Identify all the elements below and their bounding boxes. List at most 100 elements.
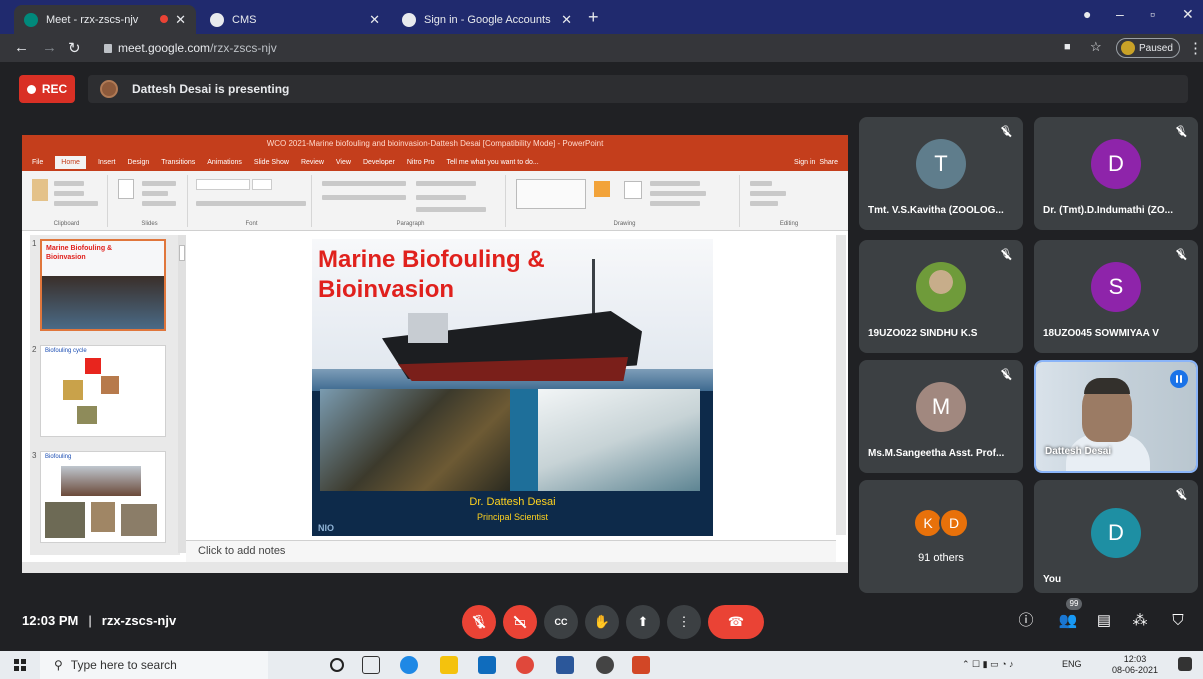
camera-indicator-icon[interactable]: ■ <box>1064 41 1071 53</box>
slide-thumbnail-3[interactable]: Biofouling <box>40 451 166 543</box>
ppt-signin-share[interactable]: Sign in Share <box>794 159 838 166</box>
minimize-button[interactable]: – <box>1116 6 1124 22</box>
reload-icon[interactable]: ↻ <box>68 39 81 57</box>
arrange-icon[interactable] <box>594 181 610 197</box>
raise-hand-button[interactable]: ✋ <box>585 605 619 639</box>
edge-icon[interactable] <box>400 656 418 674</box>
url-host: meet.google.com <box>118 41 211 55</box>
menu-transitions[interactable]: Transitions <box>161 159 195 166</box>
present-button[interactable]: ⬆ <box>626 605 660 639</box>
language-indicator[interactable]: ENG <box>1062 659 1082 669</box>
maximize-button[interactable]: ▫ <box>1150 6 1155 22</box>
tab-close-icon[interactable]: ✕ <box>561 12 572 28</box>
self-tile[interactable]: 🎙 D You <box>1034 480 1198 593</box>
font-name-dropdown[interactable] <box>196 179 250 190</box>
menu-nitro-pro[interactable]: Nitro Pro <box>407 159 435 166</box>
powerpoint-icon[interactable] <box>632 656 650 674</box>
forward-arrow-icon[interactable]: → <box>42 39 57 56</box>
menu-tell-me[interactable]: Tell me what you want to do... <box>446 159 538 166</box>
menu-home[interactable]: Home <box>55 155 86 169</box>
thumb-number: 2 <box>32 345 37 354</box>
menu-insert[interactable]: Insert <box>98 159 116 166</box>
captions-button[interactable]: CC <box>544 605 578 639</box>
thumbnail-scrollbar[interactable] <box>178 235 186 553</box>
ribbon-label-font: Font <box>245 221 258 227</box>
meeting-details-icon[interactable]: ⓘ <box>1014 609 1038 633</box>
back-arrow-icon[interactable]: ← <box>14 39 29 56</box>
current-slide: Marine Biofouling & Bioinvasion Dr. Datt… <box>312 239 713 536</box>
notifications-icon[interactable] <box>1178 657 1192 671</box>
system-tray-icons[interactable]: ⌃ ☐ ▮ ▭ ◔ ♪ <box>962 659 1014 670</box>
avatar-photo <box>916 262 966 312</box>
participant-tile[interactable]: 🎙 T Tmt. V.S.Kavitha (ZOOLOG... <box>859 117 1023 230</box>
people-icon[interactable]: 👥 <box>1056 609 1080 633</box>
mic-toggle-button[interactable]: 🎙 <box>462 605 496 639</box>
chrome-icon[interactable] <box>516 656 534 674</box>
others-tile[interactable]: K D 91 others <box>859 480 1023 593</box>
participant-name: 18UZO045 SOWMIYAA V <box>1043 328 1159 339</box>
slide-photo-hull <box>320 389 510 491</box>
mic-off-icon: 🎙 <box>999 249 1013 260</box>
google-favicon-icon <box>402 12 416 27</box>
search-icon: ⚲ <box>54 658 63 672</box>
media-player-icon[interactable] <box>596 656 614 674</box>
tab-meet[interactable]: Meet - rzx-zscs-njv ✕ <box>14 5 196 34</box>
notes-pane[interactable]: Click to add notes <box>186 540 836 562</box>
participant-tile[interactable]: 🎙 S 18UZO045 SOWMIYAA V <box>1034 240 1198 353</box>
ribbon-label-drawing: Drawing <box>613 221 636 227</box>
task-view-icon[interactable] <box>362 656 380 674</box>
menu-view[interactable]: View <box>336 159 351 166</box>
word-icon[interactable] <box>556 656 574 674</box>
paste-icon[interactable] <box>32 179 48 201</box>
browser-menu-icon[interactable]: ⋮ <box>1188 39 1203 57</box>
recording-indicator[interactable]: REC <box>19 75 75 103</box>
powerpoint-title-bar: WCO 2021-Marine biofouling and bioinvasi… <box>22 135 848 153</box>
tab-google-signin[interactable]: Sign in - Google Accounts ✕ <box>392 5 582 34</box>
menu-review[interactable]: Review <box>301 159 324 166</box>
address-bar[interactable]: meet.google.com/rzx-zscs-njv <box>92 37 1052 59</box>
camera-toggle-button[interactable]: ▭ <box>503 605 537 639</box>
more-options-button[interactable]: ⋮ <box>667 605 701 639</box>
bookmark-star-icon[interactable]: ☆ <box>1090 39 1102 55</box>
activities-icon[interactable]: ⁂ <box>1128 609 1152 633</box>
browser-profile-dot-icon[interactable]: ● <box>1083 6 1091 22</box>
notes-placeholder: Click to add notes <box>198 545 286 557</box>
menu-developer[interactable]: Developer <box>363 159 395 166</box>
slide-thumbnail-1[interactable]: Marine Biofouling & Bioinvasion <box>40 239 166 331</box>
tab-cms[interactable]: CMS ✕ <box>200 5 390 34</box>
menu-design[interactable]: Design <box>127 159 149 166</box>
menu-slide-show[interactable]: Slide Show <box>254 159 289 166</box>
chat-icon[interactable]: ▤ <box>1092 609 1116 633</box>
participant-tile[interactable]: 🎙 M Ms.M.Sangeetha Asst. Prof... <box>859 360 1023 473</box>
mic-off-icon: 🎙 <box>999 126 1013 137</box>
presenting-banner: Dattesh Desai is presenting <box>88 75 1188 103</box>
font-size-dropdown[interactable] <box>252 179 272 190</box>
new-tab-button[interactable]: + <box>588 7 599 28</box>
cortana-icon[interactable] <box>330 658 344 672</box>
meeting-code: rzx-zscs-njv <box>101 613 177 628</box>
participant-tile[interactable]: 🎙 19UZO022 SINDHU K.S <box>859 240 1023 353</box>
lock-icon <box>104 44 112 53</box>
scrollbar-thumb[interactable] <box>179 245 185 261</box>
tab-close-icon[interactable]: ✕ <box>175 12 186 28</box>
mail-icon[interactable] <box>478 656 496 674</box>
leave-call-button[interactable]: ☎ <box>708 605 764 639</box>
tab-close-icon[interactable]: ✕ <box>369 12 380 28</box>
participant-tile-speaking[interactable]: Dattesh Desai <box>1034 360 1198 473</box>
menu-file[interactable]: File <box>32 159 43 166</box>
taskbar-search-box[interactable]: ⚲ Type here to search <box>40 651 268 679</box>
shapes-gallery[interactable] <box>516 179 586 209</box>
participant-tile[interactable]: 🎙 D Dr. (Tmt).D.Indumathi (ZO... <box>1034 117 1198 230</box>
profile-paused-button[interactable]: Paused <box>1116 38 1180 58</box>
slide-scrollbar[interactable] <box>836 235 846 535</box>
windows-start-icon[interactable] <box>14 659 26 671</box>
menu-animations[interactable]: Animations <box>207 159 242 166</box>
taskbar-clock[interactable]: 12:03 08-06-2021 <box>1110 654 1160 676</box>
close-window-button[interactable]: ✕ <box>1182 6 1194 23</box>
quick-styles-icon[interactable] <box>624 181 642 199</box>
host-controls-icon[interactable]: ⛉ <box>1166 609 1190 633</box>
slide-thumbnail-pane: 1 Marine Biofouling & Bioinvasion 2 Biof… <box>30 235 180 555</box>
slide-thumbnail-2[interactable]: Biofouling cycle <box>40 345 166 437</box>
file-explorer-icon[interactable] <box>440 656 458 674</box>
new-slide-icon[interactable] <box>118 179 134 199</box>
